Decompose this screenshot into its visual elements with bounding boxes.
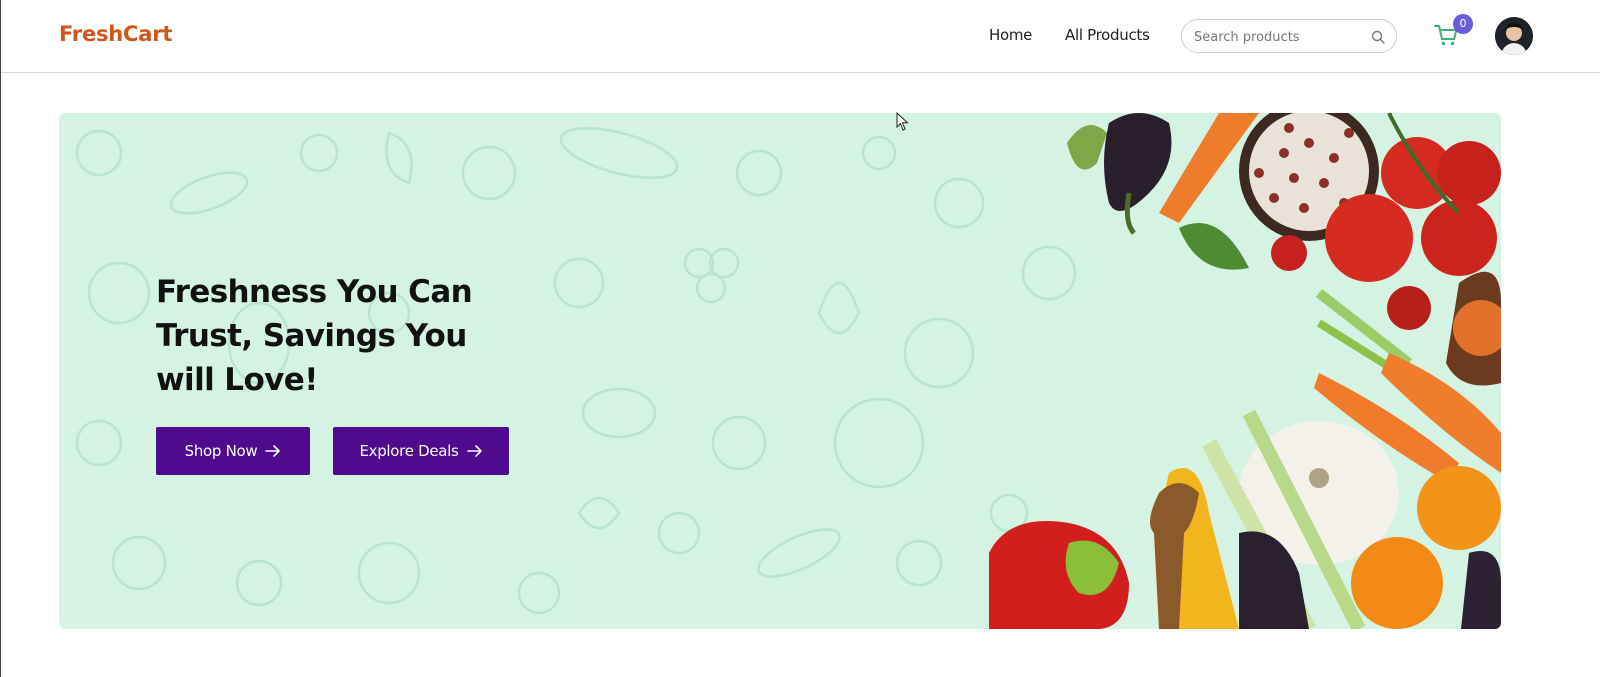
brand-logo[interactable]: FreshCart — [59, 22, 172, 46]
shop-now-button[interactable]: Shop Now — [156, 427, 310, 475]
mouse-cursor-icon — [896, 112, 909, 131]
top-navbar: FreshCart Home All Products 0 — [1, 0, 1600, 73]
search-box — [1181, 19, 1397, 53]
arrow-right-icon — [265, 445, 281, 457]
vegetables-image — [989, 113, 1501, 629]
explore-deals-label: Explore Deals — [359, 442, 459, 460]
search-icon[interactable] — [1370, 29, 1386, 45]
nav-link-all-products[interactable]: All Products — [1065, 26, 1150, 44]
page: FreshCart Home All Products 0 — [0, 0, 1600, 677]
hero-banner: Freshness You Can Trust, Savings You wil… — [59, 113, 1501, 629]
nav-link-home[interactable]: Home — [989, 26, 1032, 44]
explore-deals-button[interactable]: Explore Deals — [333, 427, 509, 475]
arrow-right-icon — [466, 445, 482, 457]
avatar[interactable] — [1495, 17, 1533, 55]
hero-title: Freshness You Can Trust, Savings You wil… — [156, 274, 473, 398]
search-input[interactable] — [1194, 27, 1364, 47]
cart-count-badge: 0 — [1453, 14, 1473, 34]
shop-now-label: Shop Now — [184, 442, 258, 460]
